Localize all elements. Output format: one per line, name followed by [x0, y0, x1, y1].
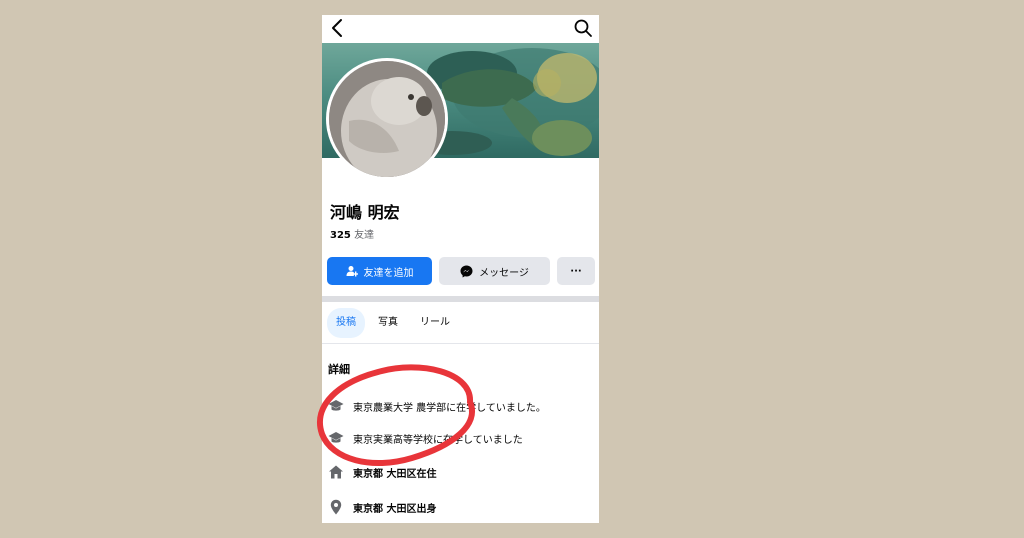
detail-item-text: 東京農業大学 農学部に在学していました。	[353, 402, 546, 414]
detail-item-university: 東京農業大学 農学部に在学していました。	[328, 397, 546, 415]
tabs-divider	[322, 343, 599, 344]
detail-item-text: 東京都 大田区在住	[353, 468, 437, 480]
bird-photo	[329, 61, 445, 177]
section-divider	[322, 296, 599, 302]
tab-reels[interactable]: リール	[411, 308, 459, 338]
details-title: 詳細	[328, 363, 350, 376]
top-bar	[322, 15, 599, 43]
back-arrow-icon[interactable]	[330, 18, 344, 38]
location-pin-icon	[330, 499, 342, 515]
tab-photos[interactable]: 写真	[369, 308, 407, 338]
tab-posts[interactable]: 投稿	[327, 308, 365, 338]
detail-item-highschool: 東京実業高等学校に在学していました	[328, 429, 523, 447]
message-label: メッセージ	[479, 267, 529, 279]
friends-count-number: 325	[330, 230, 351, 241]
detail-item-text: 東京都 大田区出身	[353, 503, 437, 515]
more-options-button[interactable]: ···	[557, 257, 595, 285]
detail-item-hometown: 東京都 大田区出身	[328, 498, 436, 516]
graduation-cap-icon	[328, 400, 344, 411]
graduation-cap-icon	[328, 432, 344, 443]
add-friend-label: 友達を追加	[363, 267, 414, 279]
profile-avatar[interactable]	[326, 58, 448, 180]
profile-screen: 河嶋 明宏 325 友達 友達を追加 メッセージ ··· 投稿 写真 リール 詳…	[322, 15, 599, 523]
home-icon	[329, 465, 343, 479]
friends-count-label: 友達	[354, 230, 375, 241]
more-options-label: ···	[570, 265, 582, 277]
add-person-icon	[346, 266, 358, 277]
profile-name: 河嶋 明宏	[330, 203, 400, 222]
profile-tabs: 投稿 写真 リール	[327, 308, 463, 338]
detail-item-text: 東京実業高等学校に在学していました	[353, 434, 523, 446]
message-button[interactable]: メッセージ	[439, 257, 550, 285]
add-friend-button[interactable]: 友達を追加	[327, 257, 432, 285]
detail-item-residence: 東京都 大田区在住	[328, 463, 436, 481]
search-icon[interactable]	[573, 18, 593, 38]
messenger-icon	[460, 265, 473, 277]
friends-count[interactable]: 325 友達	[330, 226, 374, 241]
